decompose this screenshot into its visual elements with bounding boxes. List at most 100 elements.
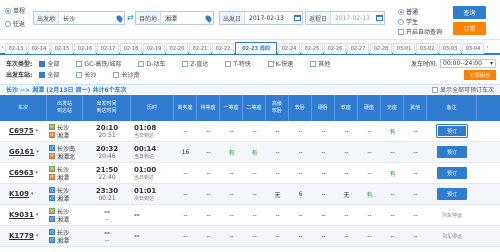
date-tab[interactable]: 02-27: [347, 43, 369, 54]
train-number-link[interactable]: K109: [9, 190, 29, 198]
auto-query-toggle[interactable]: 开启自动查询: [398, 27, 442, 36]
filter-checkbox[interactable]: [76, 60, 83, 67]
station-name[interactable]: 湘潭北: [57, 152, 75, 161]
filter-option[interactable]: Z-直达: [182, 59, 208, 68]
depart-time-select[interactable]: 00:00--24:00 ▾: [440, 59, 496, 68]
date-tab[interactable]: 03-02: [416, 43, 438, 54]
date-tab[interactable]: 02-20: [166, 43, 188, 54]
filter-option[interactable]: GC-高铁/城际: [76, 59, 121, 68]
date-tab[interactable]: 02-24: [278, 43, 300, 54]
station-name[interactable]: 湘潭: [57, 215, 69, 224]
arrive-time: --: [104, 215, 110, 223]
expand-stops-icon[interactable]: ▾: [36, 170, 39, 176]
route-summary: 长沙 --> 湘潭 (2月13日 周一) 共计6个车次 显示全部可预订车次: [0, 84, 500, 94]
train-number-link[interactable]: C6963: [9, 169, 34, 177]
filter-checkbox[interactable]: [76, 71, 83, 78]
passenger-student[interactable]: 学生: [398, 17, 418, 26]
show-all-checkbox[interactable]: [431, 86, 438, 93]
station-name[interactable]: 湘潭: [57, 173, 69, 182]
trip-type-oneway[interactable]: 单程: [5, 6, 25, 15]
station-line: 终湘潭北: [49, 152, 75, 161]
filter-option[interactable]: 全部: [39, 59, 59, 68]
column-header: 软座: [335, 95, 358, 121]
station-name[interactable]: 湘潭: [57, 194, 69, 203]
trip-type-roundtrip[interactable]: 往返: [5, 19, 25, 28]
filter-checkbox[interactable]: [39, 60, 46, 67]
to-field[interactable]: 目的地 湘潭: [135, 11, 214, 25]
filter-checkbox[interactable]: [225, 60, 232, 67]
date-tab[interactable]: 02-14: [28, 43, 50, 54]
expand-stops-icon[interactable]: ▾: [31, 191, 34, 197]
student-radio[interactable]: [398, 18, 404, 25]
date-tab[interactable]: 03-04: [462, 43, 484, 54]
filter-checkbox[interactable]: [310, 60, 317, 67]
filter-option[interactable]: 全部: [39, 70, 59, 79]
date-tab[interactable]: 02-16: [74, 43, 96, 54]
filter-option[interactable]: 长沙南: [113, 70, 139, 79]
book-button[interactable]: 预订: [436, 124, 468, 138]
book-button[interactable]: 预订: [437, 167, 467, 179]
book-button[interactable]: 预订: [437, 188, 467, 200]
date-tab[interactable]: 02-15: [51, 43, 73, 54]
seat-availability: --: [344, 211, 349, 219]
seat-availability: --: [321, 127, 326, 135]
filter-checkbox[interactable]: [39, 71, 46, 78]
date-tab[interactable]: 02-13: [5, 43, 27, 54]
filter-option[interactable]: 长沙: [76, 70, 96, 79]
passenger-normal[interactable]: 普通: [398, 7, 418, 16]
swap-stations-icon[interactable]: ⇄: [127, 13, 134, 22]
filter-checkbox[interactable]: [182, 60, 189, 67]
chevron-right-icon[interactable]: ›: [485, 42, 490, 53]
expand-stops-icon[interactable]: ▾: [36, 212, 39, 218]
filter-option-label: 全部: [47, 61, 60, 68]
seat-availability: --: [252, 190, 257, 198]
depart-date-field[interactable]: 出发日 2017-02-13: [219, 11, 303, 25]
return-date-field[interactable]: 返程日 2017-02-13: [305, 11, 385, 25]
expand-stops-icon[interactable]: ▾: [36, 233, 39, 239]
train-number-link[interactable]: G6161: [9, 148, 34, 156]
date-tab[interactable]: 02-23 周四: [235, 42, 277, 54]
filter-option-label: 其他: [318, 61, 331, 68]
train-number-link[interactable]: K9031: [9, 211, 34, 219]
station-name[interactable]: 湘潭: [57, 236, 69, 245]
filter-option[interactable]: K-快速: [267, 59, 293, 68]
seat-availability: --: [344, 232, 349, 240]
date-tab[interactable]: 03-01: [393, 43, 415, 54]
seat-availability: --: [183, 169, 188, 177]
filter-checkbox[interactable]: [113, 71, 120, 78]
expand-stops-icon[interactable]: ▾: [36, 149, 39, 155]
date-tab[interactable]: 02-19: [143, 43, 165, 54]
date-tab[interactable]: 02-25: [301, 43, 323, 54]
auto-query-checkbox[interactable]: [398, 28, 404, 35]
date-tab[interactable]: 02-26: [324, 43, 346, 54]
filter-checkbox[interactable]: [138, 60, 145, 67]
date-tab[interactable]: 02-17: [97, 43, 119, 54]
order-button[interactable]: 订票: [453, 22, 486, 35]
seat-availability: --: [275, 127, 280, 135]
filter-option[interactable]: D-动车: [138, 59, 165, 68]
date-tab[interactable]: 02-22: [212, 43, 234, 54]
date-tab[interactable]: 02-18: [120, 43, 142, 54]
depart-time: 20:32: [95, 144, 119, 153]
date-tab[interactable]: 03-03: [439, 43, 461, 54]
location-pin-icon: [114, 13, 124, 23]
book-button[interactable]: 预订: [437, 146, 467, 158]
filter-option[interactable]: 其他: [310, 59, 330, 68]
column-header: 高级 软卧: [266, 95, 289, 121]
show-all-toggle[interactable]: 显示全部可预订车次: [431, 85, 494, 94]
ticket-service-button[interactable]: 订票服务: [464, 70, 496, 80]
from-field[interactable]: 出发地 长沙: [33, 11, 125, 25]
normal-radio[interactable]: [398, 8, 404, 15]
expand-stops-icon[interactable]: ▾: [36, 128, 39, 134]
train-number-link[interactable]: K1779: [9, 232, 34, 240]
filter-option[interactable]: T-特快: [225, 59, 251, 68]
query-button[interactable]: 查询: [453, 6, 486, 19]
end-station-badge: 终: [49, 132, 55, 138]
filter-checkbox[interactable]: [267, 60, 274, 67]
date-tab[interactable]: 02-21: [189, 43, 211, 54]
roundtrip-radio[interactable]: [5, 20, 11, 27]
oneway-radio[interactable]: [5, 7, 11, 14]
date-tab[interactable]: 02-28: [370, 43, 392, 54]
train-number-link[interactable]: C6975: [9, 127, 34, 135]
station-name[interactable]: 湘潭: [57, 131, 69, 140]
